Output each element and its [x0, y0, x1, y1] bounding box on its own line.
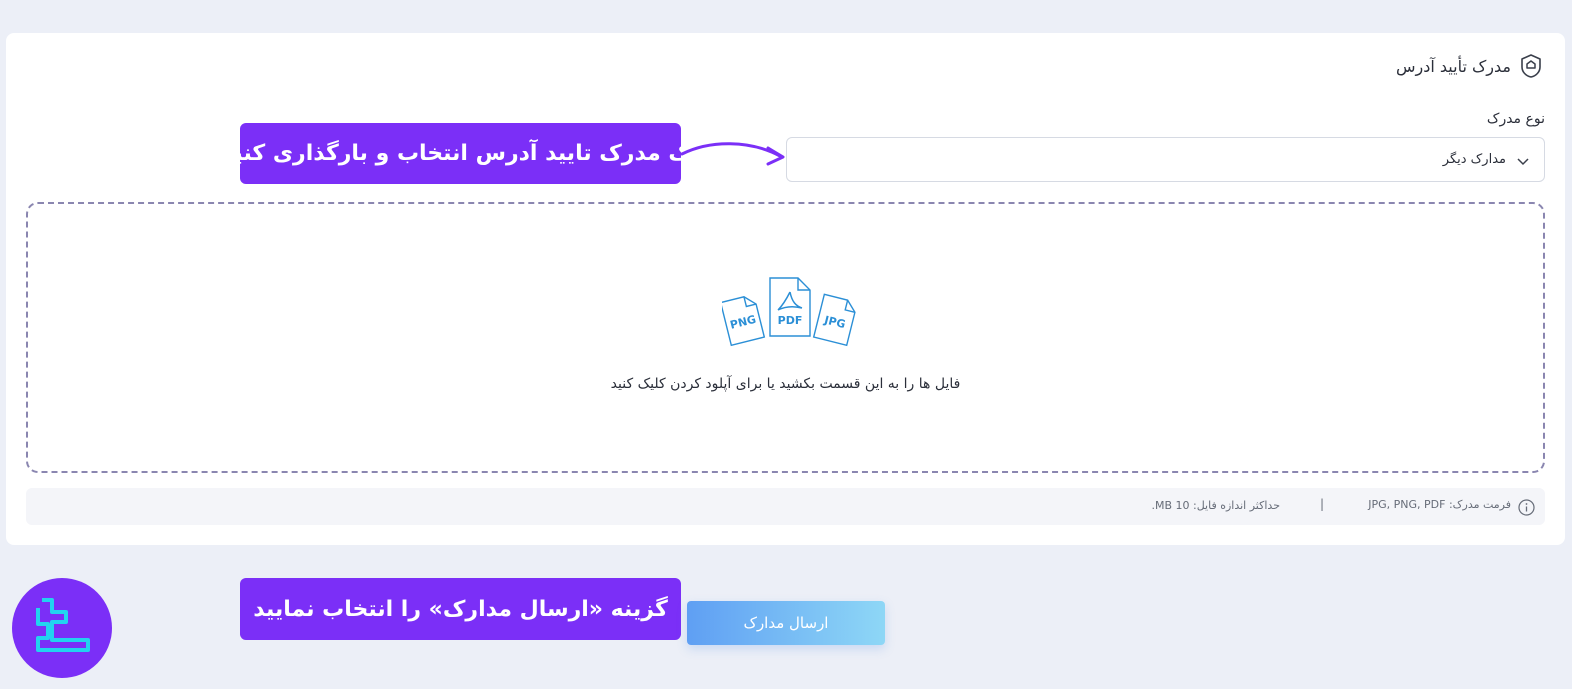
- document-type-value: مدارک دیگر: [1442, 152, 1506, 167]
- info-separator: |: [1320, 497, 1325, 511]
- upload-info-bar: فرمت مدرک: JPG, PNG, PDF | حداکثر اندازه…: [26, 488, 1545, 525]
- file-dropzone[interactable]: PNG JPG PDF فایل ها را به این قسمت بکشید…: [26, 202, 1545, 473]
- section-title: مدرک تأیید آدرس: [1395, 56, 1511, 76]
- arrow-icon: [680, 142, 785, 166]
- pdf-label: PDF: [778, 314, 803, 327]
- home-shield-icon: [1519, 53, 1543, 79]
- max-size-info: حداکثر اندازه فایل: 10 MB.: [1151, 499, 1280, 512]
- dropzone-prompt: فایل ها را به این قسمت بکشید یا برای آپل…: [610, 376, 961, 392]
- submit-hint-callout: گزینه «ارسال مدارک» را انتخاب نمایید: [240, 578, 681, 640]
- document-type-label: نوع مدرک: [1486, 111, 1545, 127]
- file-format-info: فرمت مدرک: JPG, PNG, PDF: [1368, 498, 1511, 511]
- brand-logo: [12, 578, 112, 678]
- section-header: مدرک تأیید آدرس: [1396, 53, 1543, 79]
- file-types-icon: PNG JPG PDF: [719, 276, 856, 350]
- address-proof-card: مدرک تأیید آدرس نوع مدرک مدارک دیگر PNG …: [6, 33, 1565, 545]
- info-icon: [1518, 499, 1535, 516]
- document-type-select[interactable]: مدارک دیگر: [786, 137, 1545, 182]
- select-hint-callout: یک مدرک تایید آدرس انتخاب و بارگذاری کنی…: [222, 123, 699, 184]
- chevron-down-icon: [1516, 153, 1530, 167]
- submit-documents-button[interactable]: ارسال مدارک: [687, 601, 885, 645]
